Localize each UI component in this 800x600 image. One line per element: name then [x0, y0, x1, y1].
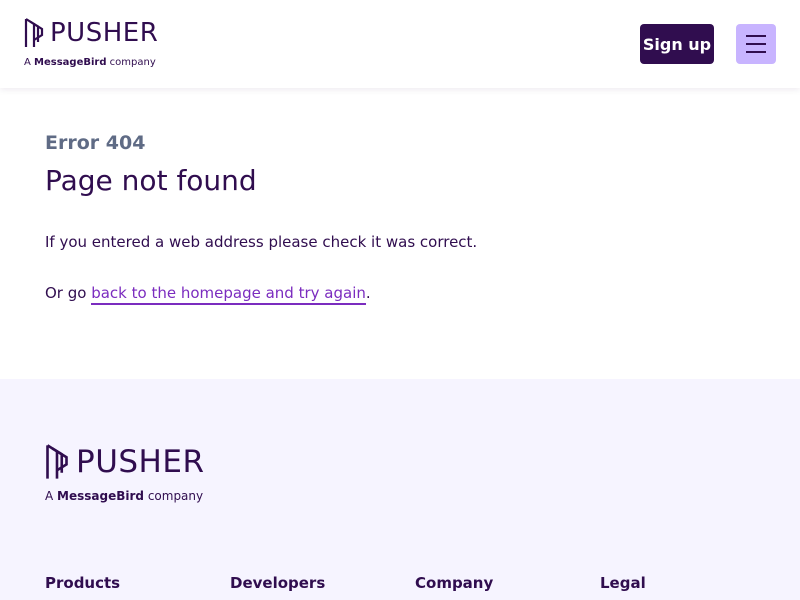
footer-pusher-logo[interactable]: PUSHER A MessageBird company: [45, 443, 205, 503]
footer-heading-company: Company: [415, 574, 494, 592]
page-title: Page not found: [45, 164, 257, 197]
logo-tagline: A MessageBird company: [24, 57, 156, 68]
footer-heading-products: Products: [45, 574, 121, 592]
signup-button[interactable]: Sign up: [640, 24, 714, 64]
pusher-logo-icon: [24, 18, 44, 47]
back-home-link[interactable]: back to the homepage and try again: [91, 284, 366, 305]
site-footer: PUSHER A MessageBird company Products De…: [0, 379, 800, 600]
footer-logo-tagline: A MessageBird company: [45, 489, 204, 503]
footer-heading-legal: Legal: [600, 574, 646, 592]
pusher-logo[interactable]: PUSHER A MessageBird company: [24, 17, 158, 68]
footer-heading-developers: Developers: [230, 574, 326, 592]
back-message: Or go back to the homepage and try again…: [45, 284, 371, 305]
site-header: PUSHER A MessageBird company Sign up: [0, 0, 800, 88]
menu-button[interactable]: [736, 24, 776, 64]
footer-logo-wordmark: PUSHER: [76, 444, 205, 480]
logo-wordmark: PUSHER: [50, 18, 159, 48]
pusher-logo-icon: [46, 444, 68, 479]
hamburger-menu-icon: [746, 35, 766, 37]
error-message: If you entered a web address please chec…: [45, 233, 478, 251]
error-code: Error 404: [45, 132, 146, 154]
